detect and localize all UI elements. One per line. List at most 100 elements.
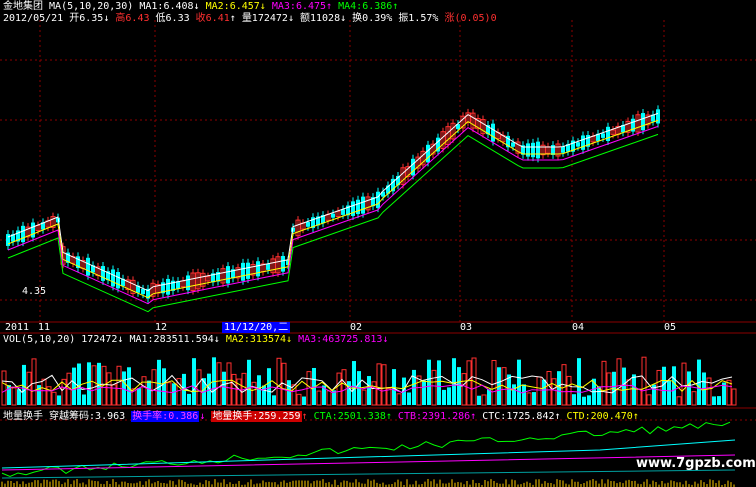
volume-bar	[151, 369, 157, 406]
volume-bar	[77, 363, 81, 405]
volume-bar	[31, 358, 37, 406]
candle-body	[86, 257, 90, 276]
volume-bar	[147, 380, 151, 405]
volume-bar	[302, 396, 306, 405]
volume-bar	[276, 357, 282, 406]
volume-bar	[1, 370, 7, 406]
volume-bar	[691, 391, 697, 406]
chip-title: 地量换手	[3, 411, 43, 422]
volume-bar	[526, 392, 532, 406]
volume-bar	[162, 368, 166, 405]
volume-bar	[422, 380, 426, 405]
volume-bar	[287, 380, 291, 405]
candle-body	[21, 225, 25, 243]
price-low-marker: 4.35	[22, 286, 47, 297]
volume-bar	[106, 372, 112, 406]
candle-body	[266, 263, 270, 270]
volume-bar	[257, 375, 261, 405]
volume-bar	[51, 391, 57, 406]
volume-bar	[137, 388, 141, 405]
volume-bar	[636, 388, 642, 406]
candle-body	[601, 133, 605, 138]
candle-body	[306, 222, 310, 227]
candle-body	[166, 278, 170, 295]
volume-bar	[57, 395, 61, 405]
volume-bar	[82, 394, 86, 405]
volume-bar	[641, 356, 647, 406]
volume-bar	[222, 371, 226, 405]
volume-bar	[466, 360, 472, 406]
volume-bar	[536, 376, 542, 406]
volume-bar	[226, 362, 232, 406]
vol-value: 172472	[81, 334, 118, 345]
axis-label-11: 11	[38, 322, 51, 333]
volume-bar	[601, 360, 607, 406]
volume-bar	[726, 379, 732, 406]
volume-bar	[17, 389, 21, 405]
volume-bar	[336, 372, 342, 406]
axis-label-05: 05	[664, 322, 677, 333]
volume-bar	[672, 366, 676, 405]
volume-bar	[386, 387, 392, 406]
volume-bar	[632, 374, 636, 405]
candle-body	[561, 146, 565, 153]
ctc-line	[1, 439, 736, 469]
volume-bar	[231, 373, 237, 406]
volume-header: VOL(5,10,20) 172472↓ MA1:283511.594↓ MA2…	[3, 334, 389, 345]
candle-body	[241, 262, 245, 281]
volume-bar	[347, 381, 351, 405]
volume-bar	[626, 379, 632, 406]
volume-bar	[487, 389, 491, 405]
volume-bar	[676, 396, 682, 406]
candle-body	[536, 141, 540, 159]
volume-bar	[681, 362, 687, 406]
volume-bar	[646, 394, 652, 406]
axis-label-02: 02	[350, 322, 363, 333]
candle-body	[641, 113, 645, 131]
volume-bar	[687, 371, 691, 405]
cursor-date: 11/12/20,二	[222, 322, 291, 333]
candle-body	[581, 135, 585, 150]
turnover-rate: 换手率:0.386	[131, 411, 200, 422]
volume-bar	[11, 387, 17, 406]
volume-bar	[407, 392, 411, 405]
volume-bar	[196, 369, 202, 406]
volume-bar	[267, 368, 271, 405]
low-volume-turnover: 地量换手:259.259	[211, 411, 302, 422]
volume-bar	[262, 385, 266, 405]
volume-bar	[251, 381, 257, 406]
candle-body	[281, 255, 285, 272]
axis-label-12: 12	[155, 322, 168, 333]
volume-bar	[517, 359, 521, 405]
candle-body	[331, 213, 335, 218]
volume-bar	[566, 375, 572, 406]
volume-bar	[87, 362, 91, 405]
volume-bar	[572, 394, 576, 405]
volume-bar	[192, 358, 196, 405]
volume-bar	[141, 376, 147, 406]
volume-bar	[452, 358, 456, 405]
ctd-line	[1, 469, 736, 479]
candle-body	[491, 123, 495, 142]
volume-bar	[667, 380, 671, 405]
vol-ma1: MA1:283511.594	[129, 334, 214, 345]
chip-label: 穿越筹码:3.963	[49, 411, 126, 422]
axis-label-2011: 2011	[5, 322, 30, 333]
candle-body	[226, 266, 230, 284]
volume-bar	[157, 359, 161, 405]
candle-body	[511, 142, 515, 147]
candle-body	[526, 143, 530, 157]
ctc-value: CTC:1725.842	[482, 411, 555, 422]
volume-bar	[376, 363, 382, 406]
volume-bar	[116, 365, 122, 406]
candle-body	[101, 266, 105, 281]
candle-body	[351, 201, 355, 216]
candle-body	[341, 209, 345, 215]
volume-bar	[656, 369, 662, 406]
volume-bar	[381, 364, 387, 406]
cta-value: CTA:2501.338	[313, 411, 386, 422]
volume-bar	[717, 396, 721, 405]
volume-bar	[91, 365, 97, 406]
candle-body	[111, 269, 115, 287]
volume-bar	[522, 384, 526, 405]
